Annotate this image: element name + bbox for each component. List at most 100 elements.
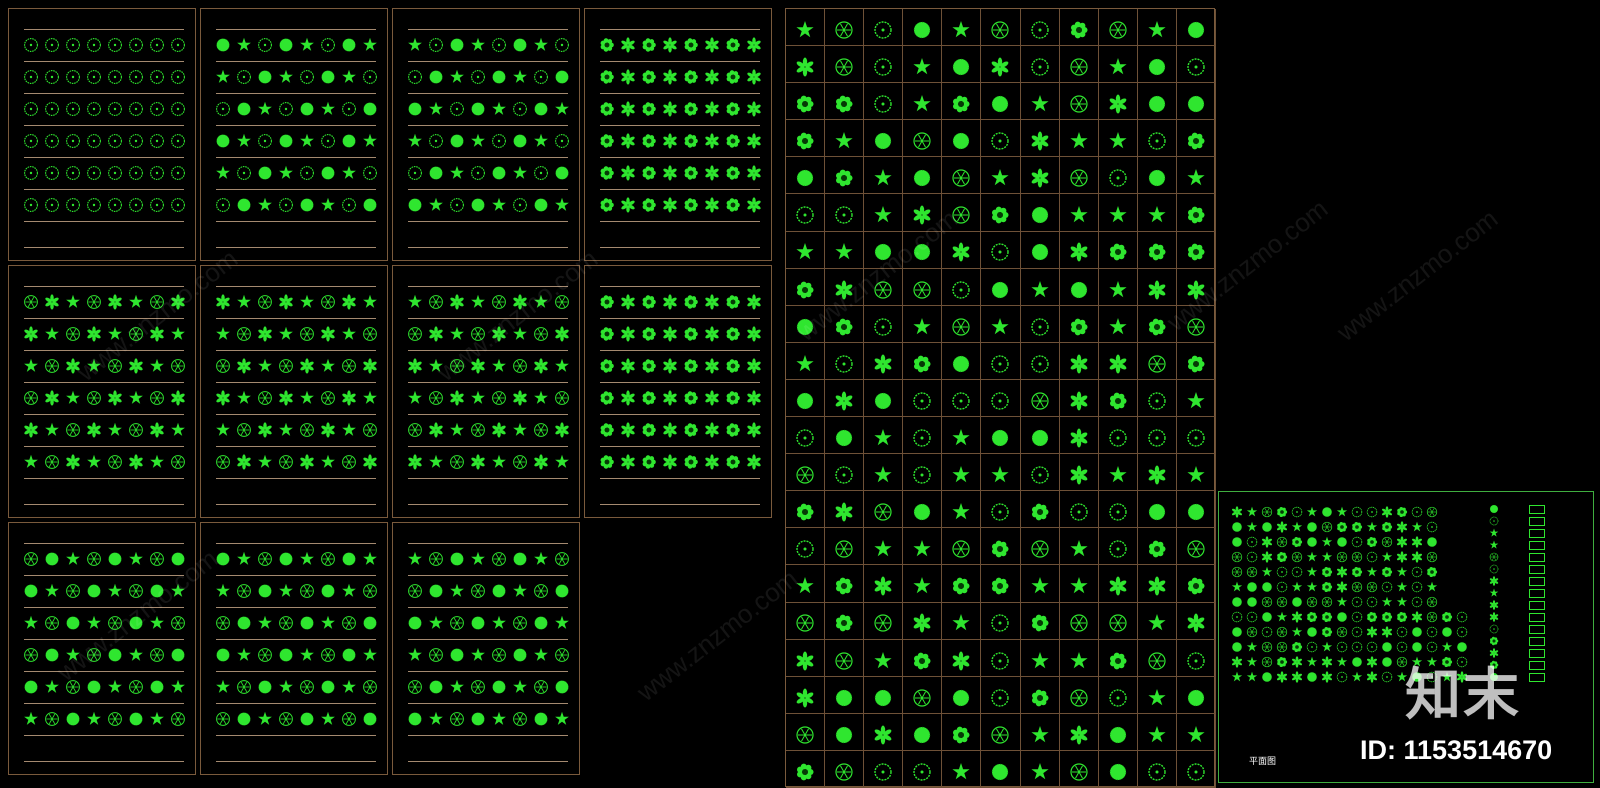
legend-cell — [903, 306, 942, 343]
pinwheel-shrub-icon — [662, 69, 678, 85]
spoked-tree-icon — [1321, 596, 1333, 608]
legend-cell — [1021, 491, 1060, 528]
pinwheel-shrub-icon — [873, 354, 893, 374]
legend-cell — [1138, 306, 1177, 343]
legend-cell — [1138, 751, 1177, 788]
ring-tree-icon — [1411, 581, 1423, 593]
ring-tree-icon — [449, 197, 465, 213]
ring-tree-icon — [428, 133, 444, 149]
rule-line — [24, 286, 184, 287]
palm-star-icon — [107, 422, 123, 438]
palm-star-icon — [533, 133, 549, 149]
bush-cloud-icon — [1276, 506, 1288, 518]
palm-star-icon — [320, 197, 336, 213]
palm-star-icon — [407, 37, 423, 53]
watermark-text: www.znzmo.com — [631, 563, 804, 708]
spoked-tree-icon — [1426, 551, 1438, 563]
pinwheel-shrub-icon — [23, 422, 39, 438]
spoked-tree-icon — [23, 294, 39, 310]
palm-star-icon — [215, 679, 231, 695]
bush-cloud-icon — [599, 422, 615, 438]
bush-cloud-icon — [725, 69, 741, 85]
legend-cell — [942, 120, 981, 157]
palm-star-icon — [128, 390, 144, 406]
palm-star-icon — [257, 711, 273, 727]
spoked-tree-icon — [512, 454, 528, 470]
canopy-tree-icon — [470, 711, 486, 727]
rule-line — [408, 543, 568, 544]
canopy-tree-icon — [873, 242, 893, 262]
legend-cell — [1099, 677, 1138, 714]
spoked-tree-icon — [1030, 539, 1050, 559]
spoked-tree-icon — [407, 422, 423, 438]
legend-cell — [981, 306, 1020, 343]
bush-cloud-icon — [599, 294, 615, 310]
rule-line — [216, 761, 376, 762]
spoked-tree-icon — [951, 539, 971, 559]
rule-line — [24, 735, 184, 736]
palm-star-icon — [512, 165, 528, 181]
spoked-tree-icon — [407, 583, 423, 599]
legend-cell — [786, 9, 825, 46]
palm-star-icon — [128, 551, 144, 567]
legend-cell — [1177, 269, 1216, 306]
canopy-tree-icon — [278, 37, 294, 53]
symbol-sheet — [392, 522, 580, 775]
canopy-tree-icon — [44, 647, 60, 663]
pinwheel-shrub-icon — [320, 326, 336, 342]
ring-tree-icon — [1147, 428, 1167, 448]
legend-cell — [864, 232, 903, 269]
legend-cell — [1021, 120, 1060, 157]
canopy-tree-icon — [1351, 656, 1363, 668]
palm-star-icon — [491, 615, 507, 631]
ring-tree-icon — [1246, 536, 1258, 548]
canopy-tree-icon — [1231, 536, 1243, 548]
palm-star-icon — [257, 101, 273, 117]
rule-line — [216, 286, 376, 287]
spoked-tree-icon — [554, 647, 570, 663]
rule-line — [24, 761, 184, 762]
canopy-tree-icon — [912, 20, 932, 40]
ring-tree-icon — [1381, 581, 1393, 593]
legend-cell — [864, 640, 903, 677]
legend-cell — [825, 454, 864, 491]
pinwheel-shrub-icon — [873, 576, 893, 596]
spoked-tree-icon — [470, 326, 486, 342]
pinwheel-shrub-icon — [1231, 656, 1243, 668]
pinwheel-shrub-icon — [662, 454, 678, 470]
spoked-tree-icon — [912, 280, 932, 300]
pinwheel-shrub-icon — [620, 197, 636, 213]
palm-star-icon — [1336, 656, 1348, 668]
palm-star-icon — [257, 358, 273, 374]
palm-star-icon — [23, 615, 39, 631]
symbol-sheet — [392, 265, 580, 518]
palm-star-icon — [236, 551, 252, 567]
rule-line — [24, 703, 184, 704]
legend-cell — [1099, 306, 1138, 343]
pinwheel-shrub-icon — [554, 326, 570, 342]
ring-tree-icon — [1489, 564, 1499, 574]
spoked-tree-icon — [1147, 651, 1167, 671]
legend-cell — [1138, 157, 1177, 194]
legend-cell — [1060, 120, 1099, 157]
ring-tree-icon — [1351, 536, 1363, 548]
ring-tree-icon — [795, 205, 815, 225]
bush-cloud-icon — [599, 454, 615, 470]
spoked-tree-icon — [341, 711, 357, 727]
palm-star-icon — [554, 358, 570, 374]
palm-star-icon — [1108, 205, 1128, 225]
palm-star-icon — [1261, 566, 1273, 578]
palm-star-icon — [320, 101, 336, 117]
palm-star-icon — [278, 422, 294, 438]
palm-star-icon — [1351, 671, 1363, 683]
legend-cell — [981, 640, 1020, 677]
ring-tree-icon — [86, 165, 102, 181]
spoked-tree-icon — [107, 615, 123, 631]
palm-star-icon — [1030, 576, 1050, 596]
palm-star-icon — [1291, 581, 1303, 593]
ring-tree-icon — [149, 197, 165, 213]
ring-tree-icon — [1336, 671, 1348, 683]
palm-star-icon — [1396, 596, 1408, 608]
ring-tree-icon — [951, 391, 971, 411]
legend-cell — [903, 603, 942, 640]
